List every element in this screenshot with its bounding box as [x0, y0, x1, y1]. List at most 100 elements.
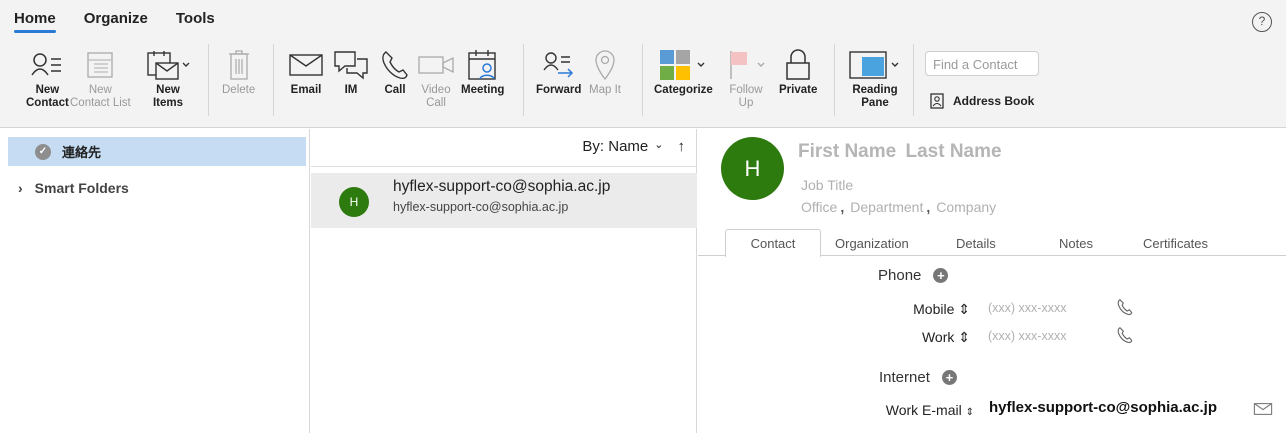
find-contact-input[interactable]: Find a Contact [925, 51, 1039, 76]
internet-section: Internet + [879, 369, 957, 386]
detail-tabs: Contact Organization Details Notes Certi… [698, 229, 1286, 257]
reading-pane-button[interactable]: Reading Pane [848, 46, 902, 110]
ribbon-separator [208, 44, 209, 116]
sidebar-item-contacts[interactable]: ✓ 連絡先 [8, 137, 306, 166]
mobile-label-dropdown[interactable]: Mobile ⇕ [898, 301, 970, 318]
ribbon-separator [523, 44, 524, 116]
contact-name: hyflex-support-co@sophia.ac.jp [393, 178, 611, 195]
chevron-down-icon: ⌄ [654, 139, 664, 151]
email-button[interactable]: Email [289, 46, 323, 97]
ribbon-separator [273, 44, 274, 116]
tab-home[interactable]: Home [14, 10, 56, 33]
last-name-field[interactable]: Last Name [905, 141, 1001, 162]
sort-label: By: Name [582, 138, 649, 155]
sort-by-name-dropdown[interactable]: By: Name ⌄ ↑ [582, 138, 685, 155]
forward-button[interactable]: Forward [536, 46, 581, 97]
work-email-label-dropdown[interactable]: Work E-mail ⇕ [868, 402, 974, 418]
avatar: H [339, 187, 369, 217]
list-item[interactable]: H hyflex-support-co@sophia.ac.jp hyflex-… [311, 173, 697, 228]
categorize-button[interactable]: Categorize [654, 46, 713, 97]
email-label: Email [290, 84, 322, 96]
mobile-phone-input[interactable]: (xxx) xxx-xxxx [988, 301, 1066, 315]
ribbon: Home Organize Tools ? New Contact New Co… [0, 0, 1286, 128]
follow-up-button[interactable]: Follow Up [726, 46, 766, 110]
video-call-button[interactable]: Video Call [417, 46, 455, 110]
flag-icon [726, 46, 766, 84]
tab-tools[interactable]: Tools [176, 10, 215, 27]
sidebar-item-smart-folders[interactable]: › Smart Folders [18, 180, 129, 196]
delete-button[interactable]: Delete [222, 46, 255, 97]
im-label: IM [344, 84, 358, 96]
sidebar-item-label: 連絡先 [62, 145, 102, 160]
new-contact-list-button[interactable]: New Contact List [70, 46, 131, 110]
new-contact-icon [31, 46, 63, 84]
address-book-icon [930, 93, 944, 109]
new-contact-label-1: New [35, 84, 60, 96]
company-field[interactable]: Company [936, 199, 996, 215]
full-name-field[interactable]: First Name Last Name [798, 141, 1002, 163]
tab-details[interactable]: Details [956, 236, 996, 251]
add-phone-icon[interactable]: + [933, 268, 949, 283]
envelope-icon [289, 46, 323, 84]
avatar[interactable]: H [721, 137, 784, 200]
tab-organization[interactable]: Organization [835, 236, 909, 251]
folder-sidebar: ✓ 連絡先 › Smart Folders [0, 129, 310, 433]
mobile-label: Mobile [913, 301, 955, 317]
updown-icon: ⇕ [958, 301, 970, 317]
new-items-label-1: New [156, 84, 180, 96]
work-email-label: Work E-mail [885, 402, 962, 418]
phone-icon [380, 46, 410, 84]
contact-list-icon [85, 46, 115, 84]
help-icon[interactable]: ? [1252, 12, 1272, 32]
new-items-icon [146, 46, 190, 84]
private-label: Private [779, 84, 818, 96]
map-it-label: Map It [589, 84, 621, 96]
work-phone-input[interactable]: (xxx) xxx-xxxx [988, 329, 1066, 343]
calendar-person-icon [466, 46, 500, 84]
send-email-icon[interactable] [1253, 402, 1273, 416]
meeting-button[interactable]: Meeting [461, 46, 504, 97]
new-contact-label-2: Contact [26, 97, 69, 109]
job-title-field[interactable]: Job Title [801, 177, 853, 193]
category-grid-icon [658, 46, 708, 84]
add-internet-icon[interactable]: + [941, 370, 957, 385]
ribbon-separator [834, 44, 835, 116]
reading-pane-label-2: Pane [861, 97, 889, 109]
work-label-dropdown[interactable]: Work ⇕ [898, 329, 970, 346]
call-button[interactable]: Call [380, 46, 410, 97]
new-items-button[interactable]: New Items [146, 46, 190, 110]
categorize-label: Categorize [654, 84, 713, 96]
map-it-button[interactable]: Map It [589, 46, 621, 97]
lock-icon [785, 46, 811, 84]
ribbon-separator [642, 44, 643, 116]
tab-organize[interactable]: Organize [84, 10, 148, 27]
reading-pane-icon [848, 46, 902, 84]
new-items-label-2: Items [152, 97, 184, 109]
address-book-label: Address Book [953, 94, 1035, 108]
first-name-field[interactable]: First Name [798, 141, 896, 162]
ribbon-tabs: Home Organize Tools [14, 10, 215, 33]
tab-contact[interactable]: Contact [725, 229, 821, 257]
sort-ascending-arrow-icon[interactable]: ↑ [678, 138, 686, 155]
forward-contact-icon [542, 46, 576, 84]
phone-section: Phone + [878, 267, 949, 284]
call-mobile-icon[interactable] [1116, 298, 1134, 316]
chevron-right-icon: › [18, 180, 23, 196]
forward-label: Forward [536, 84, 582, 96]
work-email-field[interactable]: hyflex-support-co@sophia.ac.jp [989, 399, 1217, 416]
im-button[interactable]: IM [333, 46, 369, 97]
department-field[interactable]: Department [850, 199, 923, 215]
private-button[interactable]: Private [779, 46, 817, 97]
office-field[interactable]: Office [801, 199, 837, 215]
sidebar-item-label: Smart Folders [34, 180, 129, 196]
new-contact-button[interactable]: New Contact [26, 46, 69, 110]
meeting-label: Meeting [461, 84, 505, 96]
reading-pane-label-1: Reading [852, 84, 898, 96]
contact-list: By: Name ⌄ ↑ H hyflex-support-co@sophia.… [311, 129, 697, 433]
address-book-button[interactable]: Address Book [930, 93, 1034, 109]
tab-notes[interactable]: Notes [1059, 236, 1093, 251]
tab-certificates[interactable]: Certificates [1143, 236, 1208, 251]
call-work-icon[interactable] [1116, 326, 1134, 344]
updown-icon: ⇕ [958, 329, 970, 345]
trash-icon [227, 46, 251, 84]
